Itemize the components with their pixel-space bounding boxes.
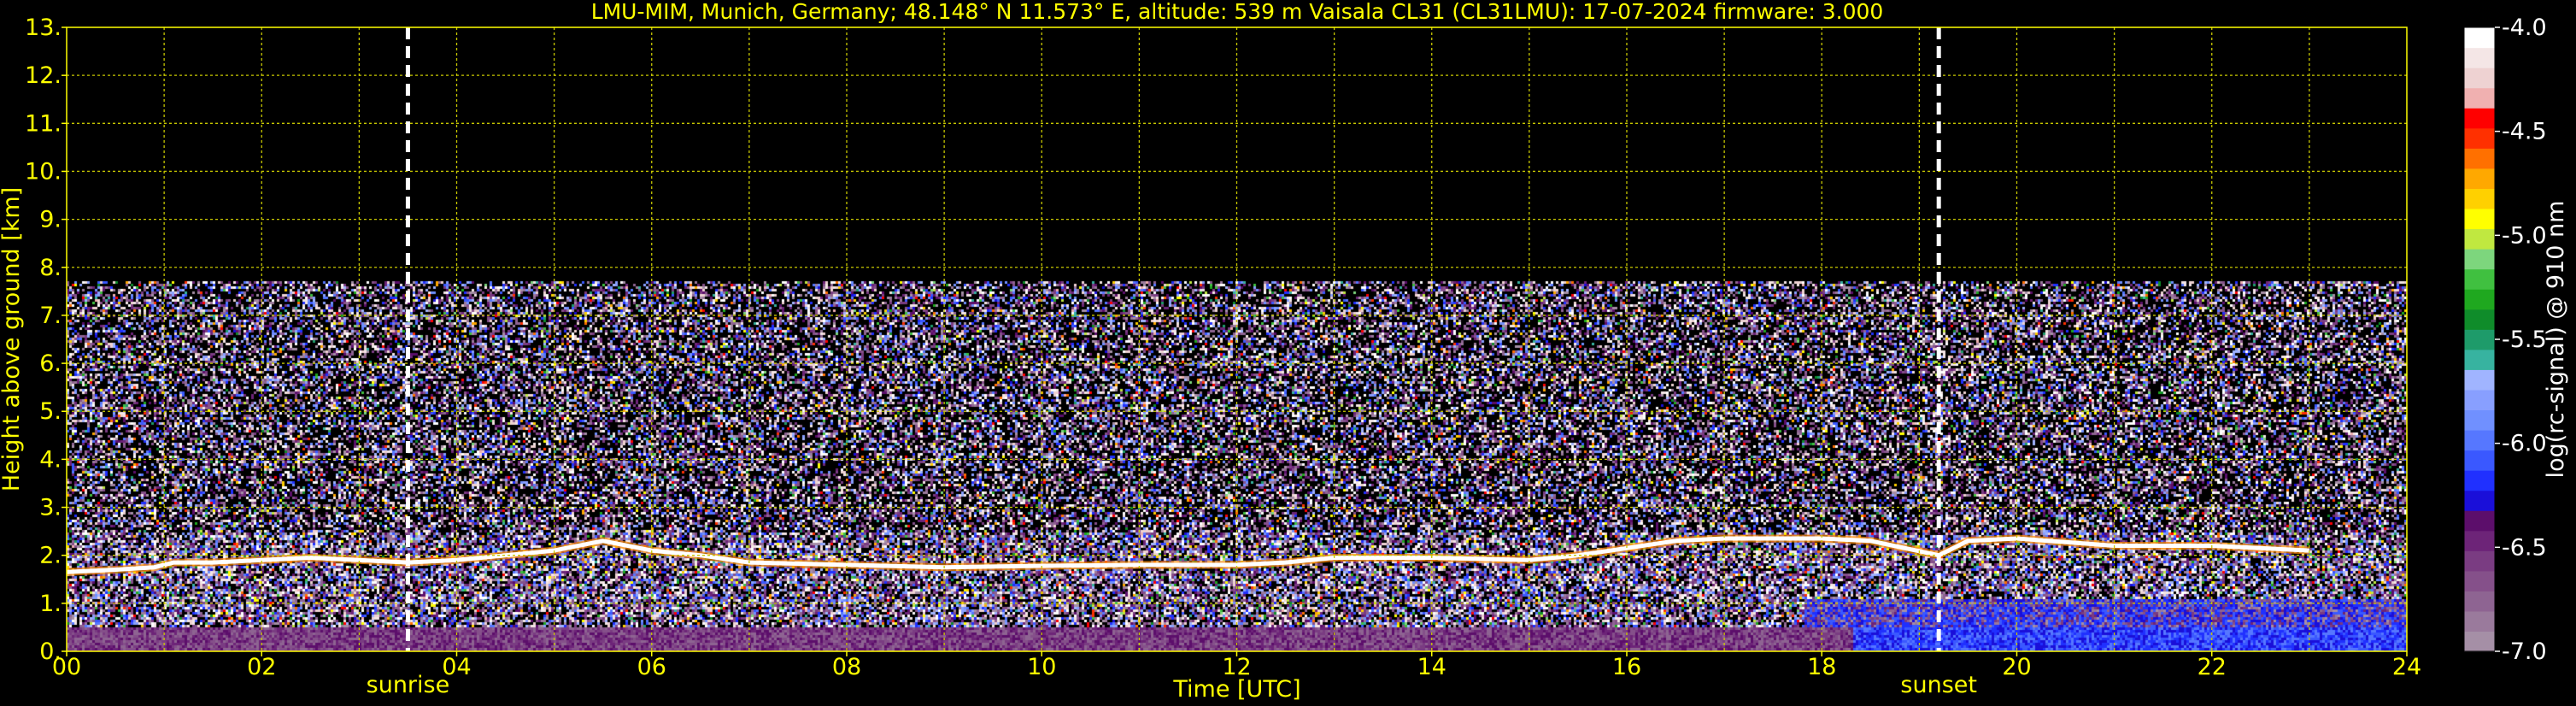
colorbar-segment — [2464, 127, 2495, 149]
y-tick-label: 13. — [25, 15, 62, 41]
colorbar-label: log(rc-signal) @ 910 nm — [2543, 201, 2569, 479]
colorbar-segment — [2464, 249, 2495, 270]
colorbar-tick-label: -6.0 — [2502, 431, 2547, 457]
colorbar-segment — [2464, 591, 2495, 612]
colorbar-segment — [2464, 148, 2495, 169]
colorbar-segment — [2464, 268, 2495, 290]
colorbar-segment — [2464, 429, 2495, 451]
colorbar-segment — [2464, 349, 2495, 370]
chart-title: LMU-MIM, Munich, Germany; 48.148° N 11.5… — [591, 0, 1884, 24]
y-tick-label: 2. — [39, 543, 62, 569]
x-tick-label: 02 — [247, 654, 276, 680]
x-tick-label: 14 — [1417, 654, 1446, 680]
y-tick-label: 7. — [39, 303, 62, 329]
x-axis-label: Time [UTC] — [1172, 676, 1300, 703]
colorbar-segment — [2464, 490, 2495, 511]
colorbar-segment — [2464, 389, 2495, 411]
colorbar-segment — [2464, 530, 2495, 551]
y-tick-label: 4. — [39, 446, 62, 473]
colorbar-segment — [2464, 108, 2495, 129]
colorbar-segment — [2464, 450, 2495, 471]
y-tick-label: 6. — [39, 350, 62, 377]
colorbar-segment — [2464, 309, 2495, 330]
colorbar-segment — [2464, 550, 2495, 572]
y-tick-label: 3. — [39, 495, 62, 521]
y-axis-label: Height above ground [km] — [0, 187, 25, 491]
x-tick-label: 04 — [442, 654, 471, 680]
colorbar-segment — [2464, 87, 2495, 109]
x-tick-label: 08 — [832, 654, 861, 680]
colorbar-segment — [2464, 289, 2495, 310]
colorbar-tick-label: -4.5 — [2502, 119, 2547, 145]
y-tick-labels: 0. 1. 2. 3. 4. 5. 6. 7. 8. 9. 10. 11. 12. 13. — [25, 15, 67, 665]
colorbar-tick-label: -7.0 — [2502, 638, 2547, 665]
ceilometer-chart: LMU-MIM, Munich, Germany; 48.148° N 11.5… — [0, 0, 2569, 703]
y-tick-label: 8. — [39, 255, 62, 281]
colorbar-segment — [2464, 27, 2495, 49]
y-tick-label: 0. — [39, 638, 62, 665]
x-tick-label: 10 — [1027, 654, 1056, 680]
x-tick-label: 06 — [637, 654, 666, 680]
colorbar-segment — [2464, 68, 2495, 89]
colorbar-segment — [2464, 570, 2495, 591]
colorbar-segment — [2464, 409, 2495, 431]
sunrise-label: sunrise — [367, 672, 450, 698]
colorbar: -4.0 -4.5 -5.0 -5.5 -6.0 -6.5 -7.0 — [2463, 15, 2547, 665]
colorbar-segment — [2464, 470, 2495, 491]
x-tick-label: 20 — [2002, 654, 2031, 680]
colorbar-tick-label: -6.5 — [2502, 534, 2547, 561]
colorbar-tick-label: -5.5 — [2502, 327, 2547, 353]
y-tick-label: 1. — [39, 591, 62, 617]
y-tick-label: 10. — [25, 158, 62, 185]
colorbar-segment — [2464, 188, 2495, 209]
colorbar-segment — [2464, 369, 2495, 391]
x-tick-label: 16 — [1612, 654, 1641, 680]
colorbar-segment — [2464, 510, 2495, 532]
colorbar-segment — [2464, 329, 2495, 350]
x-tick-label: 22 — [2198, 654, 2227, 680]
colorbar-segment — [2464, 631, 2495, 652]
colorbar-tick-label: -4.0 — [2502, 15, 2547, 41]
colorbar-tick-label: -5.0 — [2502, 222, 2547, 249]
y-tick-label: 5. — [39, 398, 62, 425]
sunset-label: sunset — [1900, 672, 1977, 698]
x-tick-label: 24 — [2392, 654, 2421, 680]
y-tick-label: 9. — [39, 207, 62, 233]
plot-area: sunrise sunset — [66, 26, 2408, 698]
y-tick-label: 12. — [25, 62, 62, 89]
y-tick-label: 11. — [25, 110, 62, 137]
colorbar-segment — [2464, 168, 2495, 189]
x-tick-label: 18 — [1807, 654, 1836, 680]
colorbar-segment — [2464, 208, 2495, 230]
colorbar-segment — [2464, 610, 2495, 632]
colorbar-segment — [2464, 47, 2495, 68]
colorbar-segment — [2464, 228, 2495, 250]
